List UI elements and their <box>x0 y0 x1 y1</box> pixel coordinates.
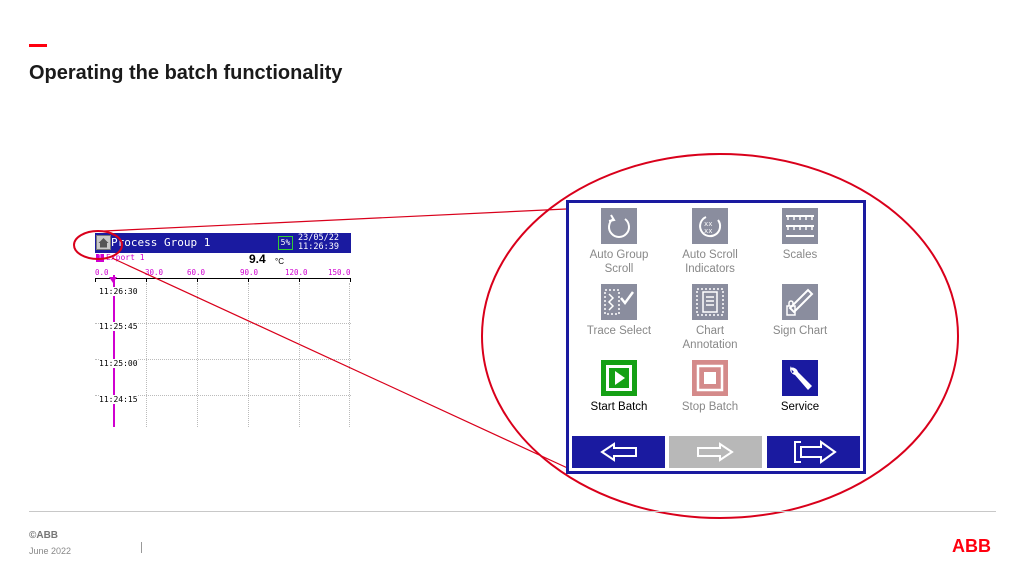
chart-area <box>95 283 351 427</box>
forward-button[interactable] <box>669 436 762 468</box>
copyright: ©ABB <box>29 530 59 541</box>
channel-value: 9.4 <box>249 252 266 266</box>
scale-tick <box>350 278 351 282</box>
slide-title: Operating the batch functionality <box>29 62 343 84</box>
scale-tick <box>197 278 198 282</box>
callout-line-top <box>103 208 567 232</box>
home-icon <box>98 238 109 248</box>
footer-date: June 2022 <box>29 546 72 556</box>
scale-tick <box>248 278 249 282</box>
arrow-right-icon <box>697 442 734 462</box>
media-status-icon: 5% <box>278 236 293 250</box>
grid-line <box>299 283 300 427</box>
accent-bar <box>29 44 47 47</box>
scale-label: 30.0 <box>145 268 164 277</box>
auto-group-scroll-icon <box>601 208 637 244</box>
back-button[interactable] <box>572 436 665 468</box>
time-label: 11:24:15 <box>99 395 138 404</box>
scale-tick <box>299 278 300 282</box>
stop-batch-button[interactable]: Stop Batch <box>666 360 754 420</box>
grid-line <box>248 283 249 427</box>
channel-unit: °C <box>275 257 284 266</box>
auto-scroll-indicators-button[interactable]: xx xx Auto Scroll Indicators <box>666 208 754 278</box>
time-text: 11:26:39 <box>298 242 339 252</box>
trace-select-icon <box>601 284 637 320</box>
recorder-screen: Process Group 1 5% 23/05/22 11:26:39 1 E… <box>95 233 351 427</box>
grid-line <box>146 283 147 427</box>
process-group-title[interactable]: Process Group 1 <box>111 236 210 249</box>
time-label: 11:25:00 <box>99 359 138 368</box>
service-button[interactable]: Service <box>756 360 844 420</box>
scale-tick <box>95 278 96 282</box>
abb-logo: ABB <box>952 536 991 556</box>
recorder-header: Process Group 1 5% 23/05/22 11:26:39 <box>95 233 351 253</box>
time-label: 11:26:30 <box>99 287 138 296</box>
grid-line <box>197 283 198 427</box>
scale-axis <box>95 278 351 279</box>
scale-label: 0.0 <box>95 268 109 277</box>
scale-label: 150.0 <box>328 268 351 277</box>
arrow-left-icon <box>600 442 637 462</box>
start-batch-icon <box>601 360 637 396</box>
scale-label: 120.0 <box>285 268 308 277</box>
service-icon <box>782 360 818 396</box>
start-batch-button[interactable]: Start Batch <box>575 360 663 420</box>
scales-button[interactable]: Scales <box>756 208 844 278</box>
sign-chart-button[interactable]: Sign Chart <box>756 284 844 354</box>
auto-scroll-indicators-icon: xx xx <box>692 208 728 244</box>
datetime-display: 23/05/22 11:26:39 <box>298 234 339 252</box>
chart-annotation-button[interactable]: Chart Annotation <box>666 284 754 354</box>
scales-icon <box>782 208 818 244</box>
exit-arrow-icon <box>794 440 837 464</box>
channel-name: Export 1 <box>106 253 145 262</box>
sign-chart-icon <box>782 284 818 320</box>
stop-batch-icon <box>692 360 728 396</box>
trace-line <box>113 275 115 427</box>
scale-label: 90.0 <box>240 268 259 277</box>
navigation-bar <box>572 436 860 468</box>
time-label: 11:25:45 <box>99 322 138 331</box>
svg-text:xx: xx <box>704 227 712 235</box>
footer-divider <box>29 511 996 512</box>
scale-label: 60.0 <box>187 268 206 277</box>
menu-panel: Auto Group Scroll xx xx Auto Scroll Indica… <box>566 200 866 474</box>
home-button[interactable] <box>96 235 111 250</box>
scale-tick <box>146 278 147 282</box>
exit-button[interactable] <box>767 436 860 468</box>
auto-group-scroll-button[interactable]: Auto Group Scroll <box>575 208 663 278</box>
footer-separator <box>141 542 142 553</box>
grid-line <box>349 283 350 427</box>
channel-badge: 1 <box>96 254 104 262</box>
trace-select-button[interactable]: Trace Select <box>575 284 663 354</box>
chart-annotation-icon <box>692 284 728 320</box>
